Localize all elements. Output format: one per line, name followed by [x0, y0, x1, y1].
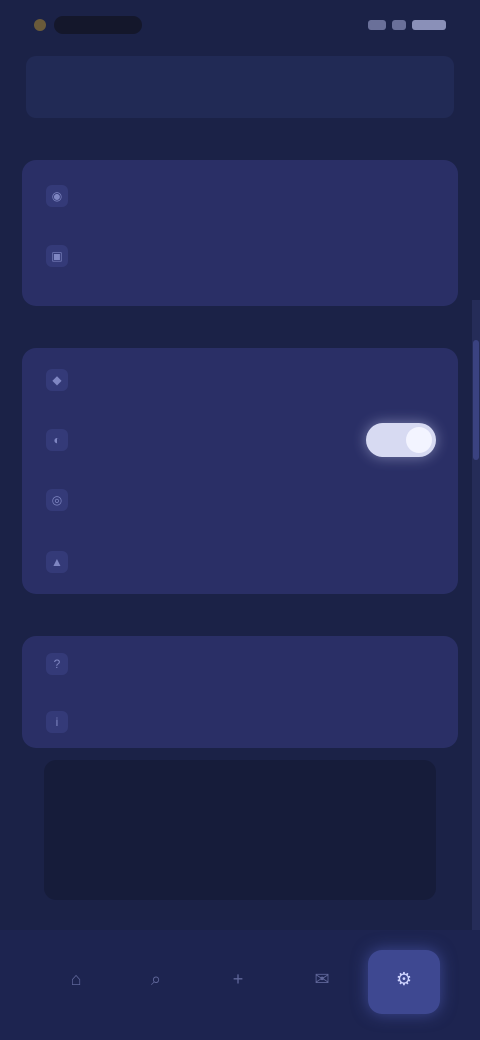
info-icon: i — [46, 711, 68, 733]
status-indicators — [368, 20, 446, 30]
nav-item-home[interactable]: ⌂ — [46, 952, 106, 1012]
settings-row[interactable]: i — [22, 702, 458, 742]
scrollbar-thumb[interactable] — [473, 340, 479, 460]
plus-icon: + — [232, 969, 244, 989]
app-badge-icon — [34, 19, 46, 31]
wifi-icon — [392, 20, 406, 30]
search-icon: ⌕ — [150, 969, 162, 989]
bell-icon: ◆ — [46, 369, 68, 391]
lock-icon: ▣ — [46, 245, 68, 267]
battery-icon — [412, 20, 446, 30]
toggle-switch[interactable] — [366, 423, 436, 457]
user-icon: ◉ — [46, 185, 68, 207]
home-icon: ⌂ — [70, 969, 82, 989]
status-bar — [0, 0, 480, 50]
shield-icon: ▲ — [46, 551, 68, 573]
settings-row[interactable]: ◉ — [22, 176, 458, 216]
nav-item-search[interactable]: ⌕ — [126, 952, 186, 1012]
settings-icon: ⚙ — [395, 969, 413, 989]
settings-row[interactable]: ◎ — [22, 480, 458, 520]
chat-icon: ✉ — [314, 969, 330, 989]
settings-section-account: ◉ ▣ — [22, 160, 458, 306]
signal-icon — [368, 20, 386, 30]
settings-section-preferences: ◆ ◐ ◎ ▲ — [22, 348, 458, 594]
page-header — [26, 56, 454, 118]
toggle-knob — [406, 427, 432, 453]
info-panel — [44, 760, 436, 900]
settings-row[interactable]: ▣ — [22, 236, 458, 276]
settings-row[interactable]: ◆ — [22, 360, 458, 400]
settings-row[interactable]: ▲ — [22, 542, 458, 582]
nav-item-chat[interactable]: ✉ — [292, 952, 352, 1012]
help-icon: ? — [46, 653, 68, 675]
status-left — [34, 16, 142, 34]
globe-icon: ◎ — [46, 489, 68, 511]
moon-icon: ◐ — [46, 429, 68, 451]
status-pill — [54, 16, 142, 34]
settings-row[interactable]: ◐ — [22, 420, 458, 460]
nav-item-settings[interactable]: ⚙ — [368, 950, 440, 1014]
nav-item-add[interactable]: + — [208, 952, 268, 1012]
scrollbar[interactable] — [472, 300, 480, 930]
bottom-nav: ⌂ ⌕ + ✉ ⚙ — [0, 930, 480, 1040]
settings-section-support: ? i — [22, 636, 458, 748]
settings-row[interactable]: ? — [22, 644, 458, 684]
